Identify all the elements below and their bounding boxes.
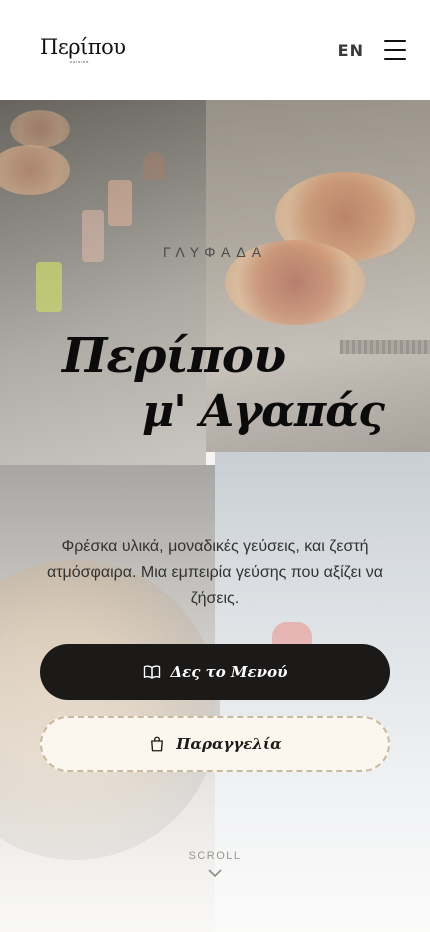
scroll-indicator[interactable]: SCROLL [0, 850, 430, 878]
order-label: Παραγγελία [176, 735, 282, 753]
hamburger-menu-icon[interactable] [384, 40, 406, 60]
logo-text: Περίπου [40, 35, 126, 59]
hero-section: ΓΛΥΦΑΔΑ Περίπου μ' Αγαπάς Φρέσκα υλικά, … [0, 100, 430, 932]
headline-line-2: μ' Αγαπάς [142, 386, 385, 437]
book-icon [143, 665, 160, 679]
shopping-bag-icon [151, 736, 164, 752]
logo-subtitle: cuisine [70, 59, 90, 64]
chevron-down-icon [208, 869, 222, 878]
header-actions: EN [338, 40, 406, 60]
view-menu-label: Δες το Μενού [170, 663, 288, 681]
headline-line-1: Περίπου [62, 328, 286, 384]
scroll-label: SCROLL [188, 850, 242, 862]
view-menu-button[interactable]: Δες το Μενού [40, 644, 390, 700]
site-header: Περίπου cuisine EN [0, 0, 430, 100]
logo[interactable]: Περίπου cuisine [40, 35, 126, 64]
hero-description: Φρέσκα υλικά, μοναδικές γεύσεις, και ζεσ… [46, 538, 384, 607]
language-switch[interactable]: EN [338, 41, 364, 60]
location-label: ΓΛΥΦΑΔΑ [162, 244, 268, 260]
order-button[interactable]: Παραγγελία [40, 716, 390, 772]
hero-overlay [0, 100, 430, 932]
hero-headline: Περίπου μ' Αγαπάς [62, 328, 392, 440]
